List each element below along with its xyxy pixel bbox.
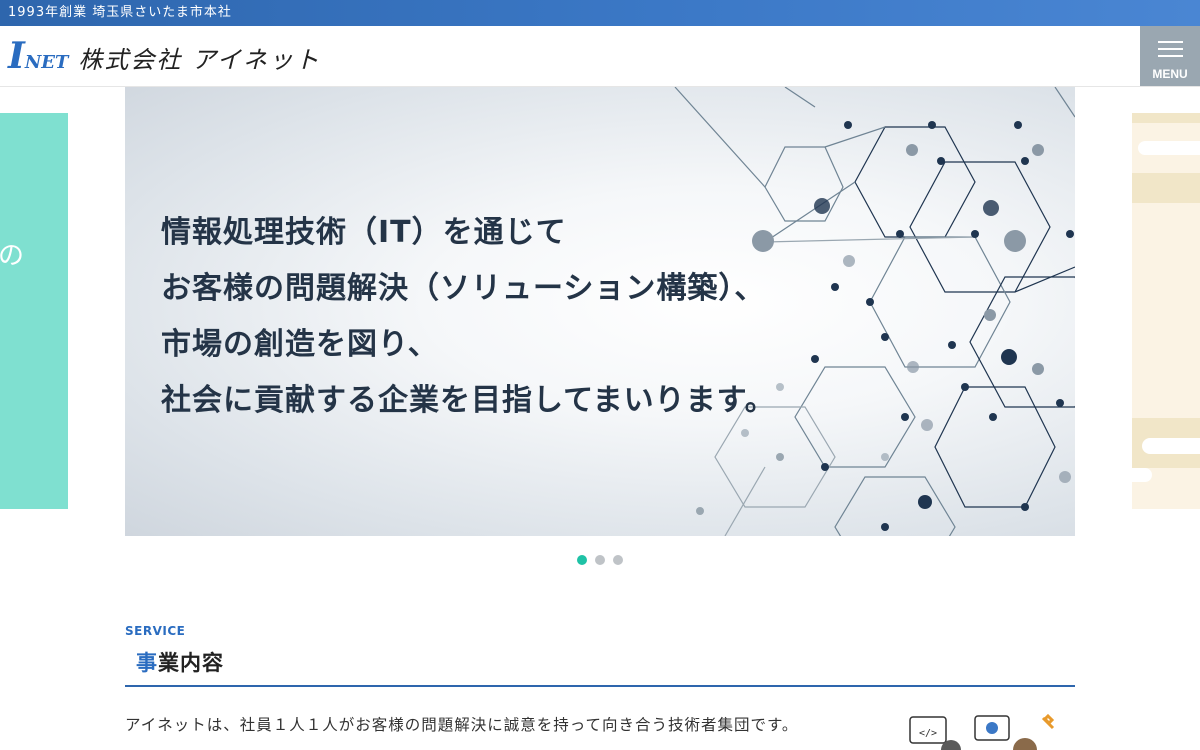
carousel-next-slide[interactable] (1132, 113, 1200, 509)
site-header: I NET 株式会社 アイネット MENU (0, 26, 1200, 87)
section-divider (125, 685, 1075, 687)
hamburger-icon-line (1158, 48, 1183, 50)
top-info-bar: 1993年創業 埼玉県さいたま市本社 (0, 0, 1200, 26)
carousel-dot-1[interactable] (577, 555, 587, 565)
menu-button[interactable]: MENU (1140, 26, 1200, 86)
slide-line: 市場の創造を図り、 (161, 327, 439, 362)
svg-text:</>: </> (919, 728, 937, 739)
section-title: 事業内容 (136, 647, 224, 677)
prev-slide-text: の (0, 241, 25, 271)
founding-info: 1993年創業 埼玉県さいたま市本社 (8, 5, 232, 20)
hamburger-icon (1158, 41, 1183, 43)
section-title-rest: 業内容 (158, 651, 224, 675)
logo-mark-net: NET (24, 52, 69, 73)
company-name: 株式会社 アイネット (78, 46, 321, 74)
slide-line: 情報処理技術（IT）を通じて (161, 215, 567, 250)
carousel-prev-slide[interactable]: の (0, 113, 68, 509)
section-title-accent: 事 (136, 651, 158, 675)
carousel-dot-3[interactable] (613, 555, 623, 565)
section-description: アイネットは、社員１人１人がお客様の問題解決に誠意を持って向き合う技術者集団です… (125, 716, 799, 734)
section-label-en: SERVICE (125, 624, 186, 638)
slide-message: 情報処理技術（IT）を通じて お客様の問題解決（ソリューション構築）、 市場の創… (161, 205, 776, 429)
carousel-pagination (577, 555, 623, 565)
engineers-illustration: </> (909, 713, 1055, 750)
slide-line: 社会に貢献する企業を目指してまいります。 (161, 383, 776, 418)
company-logo-link[interactable]: I NET 株式会社 アイネット (8, 36, 321, 76)
hamburger-icon-line (1158, 55, 1183, 57)
carousel-main-slide[interactable]: 情報処理技術（IT）を通じて お客様の問題解決（ソリューション構築）、 市場の創… (125, 87, 1075, 536)
decorative-pattern (1132, 113, 1200, 482)
menu-label: MENU (1152, 67, 1188, 81)
slide-line: お客様の問題解決（ソリューション構築）、 (161, 271, 766, 306)
carousel-dot-2[interactable] (595, 555, 605, 565)
logo-mark-i: I (8, 35, 25, 77)
